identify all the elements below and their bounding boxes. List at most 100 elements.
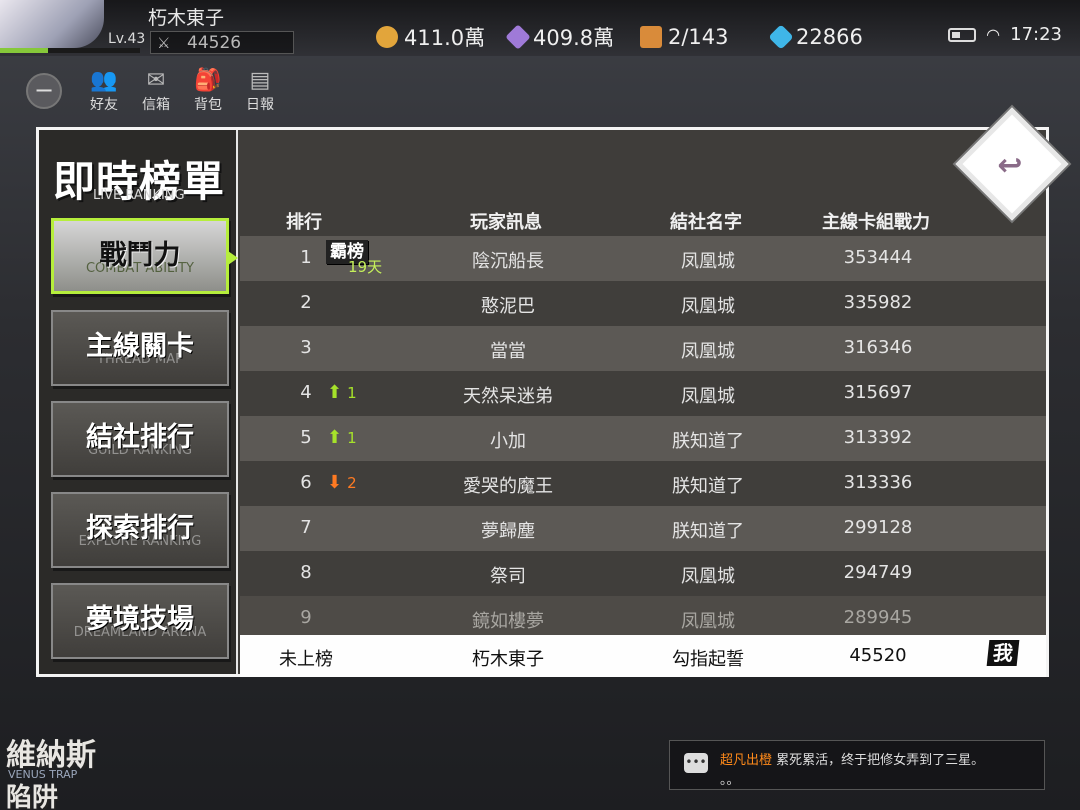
power-cell: 316346 bbox=[843, 337, 913, 358]
diamond-value: 22866 bbox=[796, 25, 863, 49]
rank-cell: 6 bbox=[300, 472, 312, 493]
power-cell: 353444 bbox=[843, 247, 913, 268]
chest-resource[interactable]: 2/143 bbox=[640, 24, 729, 50]
my-power: 45520 bbox=[849, 645, 907, 666]
rank-change: 1 bbox=[347, 428, 357, 447]
ranking-subtitle: LIVE RANKING bbox=[93, 188, 185, 203]
chest-value: 2/143 bbox=[668, 25, 729, 49]
my-guild: 勾指起誓 bbox=[672, 649, 744, 670]
power-cell: 313336 bbox=[843, 472, 913, 493]
gold-resource[interactable]: 411.0萬 bbox=[376, 24, 485, 50]
column-rank: 排行 bbox=[286, 212, 322, 233]
guild-cell: 朕知道了 bbox=[672, 476, 744, 497]
player-level: Lv.43 bbox=[108, 31, 146, 47]
player-cell: 陰沉船長 bbox=[472, 251, 544, 272]
player-cell: 夢歸塵 bbox=[481, 521, 535, 542]
chat-box[interactable]: ••• 超凡出橙 累死累活，终于把修女弄到了三星。 。。 bbox=[669, 740, 1045, 790]
daily-report-button[interactable]: ▤ 日報 bbox=[234, 68, 286, 114]
player-cell: 祭司 bbox=[490, 566, 526, 587]
chat-message: 超凡出橙 累死累活，终于把修女弄到了三星。 bbox=[720, 749, 984, 768]
mail-button[interactable]: ✉ 信箱 bbox=[130, 68, 182, 114]
backpack-label: 背包 bbox=[194, 97, 222, 113]
tab-thread-map[interactable]: 主線關卡 THREAD MAP bbox=[51, 310, 229, 386]
table-row[interactable]: 2 憨泥巴 凤凰城 335982 bbox=[240, 281, 1046, 326]
menu-toggle-button[interactable]: − bbox=[26, 73, 62, 109]
champion-badge: 霸榜 19天 bbox=[326, 240, 390, 276]
guild-cell: 凤凰城 bbox=[681, 296, 735, 317]
player-cell: 憨泥巴 bbox=[481, 296, 535, 317]
my-rank-row[interactable]: 未上榜 朽木東子 勾指起誓 45520 我 bbox=[240, 635, 1046, 677]
table-row[interactable]: 3 當當 凤凰城 316346 bbox=[240, 326, 1046, 371]
me-tag: 我 bbox=[986, 640, 1020, 666]
chat-text: 累死累活，终于把修女弄到了三星。 bbox=[776, 753, 985, 768]
rank-change: 2 bbox=[347, 473, 357, 492]
power-cell: 313392 bbox=[843, 427, 913, 448]
player-cell: 天然呆迷弟 bbox=[463, 386, 553, 407]
mail-label: 信箱 bbox=[142, 97, 170, 113]
xp-bar-fill bbox=[0, 48, 48, 53]
xp-bar bbox=[0, 48, 140, 53]
player-cell: 愛哭的魔王 bbox=[463, 476, 553, 497]
mail-icon: ✉ bbox=[146, 68, 166, 93]
guild-cell: 朕知道了 bbox=[672, 431, 744, 452]
rank-change: 1 bbox=[347, 383, 357, 402]
guild-cell: 凤凰城 bbox=[681, 566, 735, 587]
friends-label: 好友 bbox=[90, 97, 118, 113]
table-row[interactable]: 5 ⬆ 1 小加 朕知道了 313392 bbox=[240, 416, 1046, 461]
table-row[interactable]: 7 夢歸塵 朕知道了 299128 bbox=[240, 506, 1046, 551]
tab-dreamland-arena[interactable]: 夢境技場 DREAMLAND ARENA bbox=[51, 583, 229, 659]
gold-coin-icon bbox=[376, 26, 398, 48]
tab-label: 結社排行 bbox=[86, 422, 194, 453]
venus-trap-event-button[interactable]: 維納斯 VENUS TRAP 陷阱 bbox=[6, 730, 246, 810]
tab-combat-ability[interactable]: 戰鬥力 COMBAT ABILITY bbox=[51, 218, 238, 294]
rank-cell: 9 bbox=[300, 607, 312, 628]
tab-label: 探索排行 bbox=[86, 513, 194, 544]
player-avatar[interactable] bbox=[0, 0, 104, 48]
backpack-button[interactable]: 🎒 背包 bbox=[182, 68, 234, 114]
power-cell: 335982 bbox=[843, 292, 913, 313]
power-cell: 289945 bbox=[843, 607, 913, 628]
arrow-down-icon: ⬇ bbox=[327, 472, 343, 493]
crystal-resource[interactable]: 409.8萬 bbox=[505, 24, 614, 50]
table-row[interactable]: 1 霸榜 19天 陰沉船長 凤凰城 353444 bbox=[240, 236, 1046, 281]
player-name: 朽木東子 bbox=[148, 7, 225, 29]
tab-explore-ranking[interactable]: 探索排行 EXPLORE RANKING bbox=[51, 492, 229, 568]
friends-button[interactable]: 👥 好友 bbox=[78, 68, 130, 114]
chat-text-continued: 。。 bbox=[720, 773, 740, 788]
ranking-sidebar: 即時榜單 LIVE RANKING 戰鬥力 COMBAT ABILITY 主線關… bbox=[39, 130, 238, 674]
rank-cell: 2 bbox=[300, 292, 312, 313]
rank-cell: 3 bbox=[300, 337, 312, 358]
power-cell: 315697 bbox=[843, 382, 913, 403]
wifi-icon: ◠ bbox=[986, 25, 1001, 44]
chat-sender: 超凡出橙 bbox=[720, 753, 773, 768]
player-cell: 小加 bbox=[490, 431, 526, 452]
player-cell: 鏡如樓夢 bbox=[472, 611, 544, 632]
sword-icon: ⚔ bbox=[157, 34, 171, 52]
player-power: ⚔ 44526 bbox=[150, 31, 294, 54]
table-row[interactable]: 9 鏡如樓夢 凤凰城 289945 bbox=[240, 596, 1046, 635]
table-row[interactable]: 8 祭司 凤凰城 294749 bbox=[240, 551, 1046, 596]
tab-guild-ranking[interactable]: 結社排行 GUILD RANKING bbox=[51, 401, 229, 477]
daily-report-label: 日報 bbox=[246, 97, 274, 113]
player-power-value: 44526 bbox=[187, 33, 242, 53]
arrow-up-icon: ⬆ bbox=[327, 427, 343, 448]
battery-icon bbox=[948, 27, 977, 42]
rank-cell: 5 bbox=[300, 427, 312, 448]
table-row[interactable]: 4 ⬆ 1 天然呆迷弟 凤凰城 315697 bbox=[240, 371, 1046, 416]
table-header: 排行 玩家訊息 結社名字 主線卡組戰力 bbox=[238, 208, 1046, 236]
tab-label: 夢境技場 bbox=[86, 604, 194, 635]
diamond-resource[interactable]: 22866 bbox=[768, 24, 863, 50]
table-row[interactable]: 6 ⬇ 2 愛哭的魔王 朕知道了 313336 bbox=[240, 461, 1046, 506]
my-name: 朽木東子 bbox=[472, 649, 544, 670]
power-cell: 299128 bbox=[843, 517, 913, 538]
diamond-icon bbox=[768, 24, 794, 50]
quick-menu: − 👥 好友 ✉ 信箱 🎒 背包 ▤ 日報 bbox=[26, 68, 286, 114]
rank-cell: 8 bbox=[300, 562, 312, 583]
friends-icon: 👥 bbox=[90, 68, 118, 93]
tab-label: 主線關卡 bbox=[86, 331, 194, 362]
chest-icon bbox=[640, 26, 662, 48]
back-arrow-icon: ↩ bbox=[997, 147, 1023, 183]
column-player: 玩家訊息 bbox=[470, 212, 542, 233]
guild-cell: 凤凰城 bbox=[681, 611, 735, 632]
champion-badge-days: 19天 bbox=[348, 258, 383, 276]
